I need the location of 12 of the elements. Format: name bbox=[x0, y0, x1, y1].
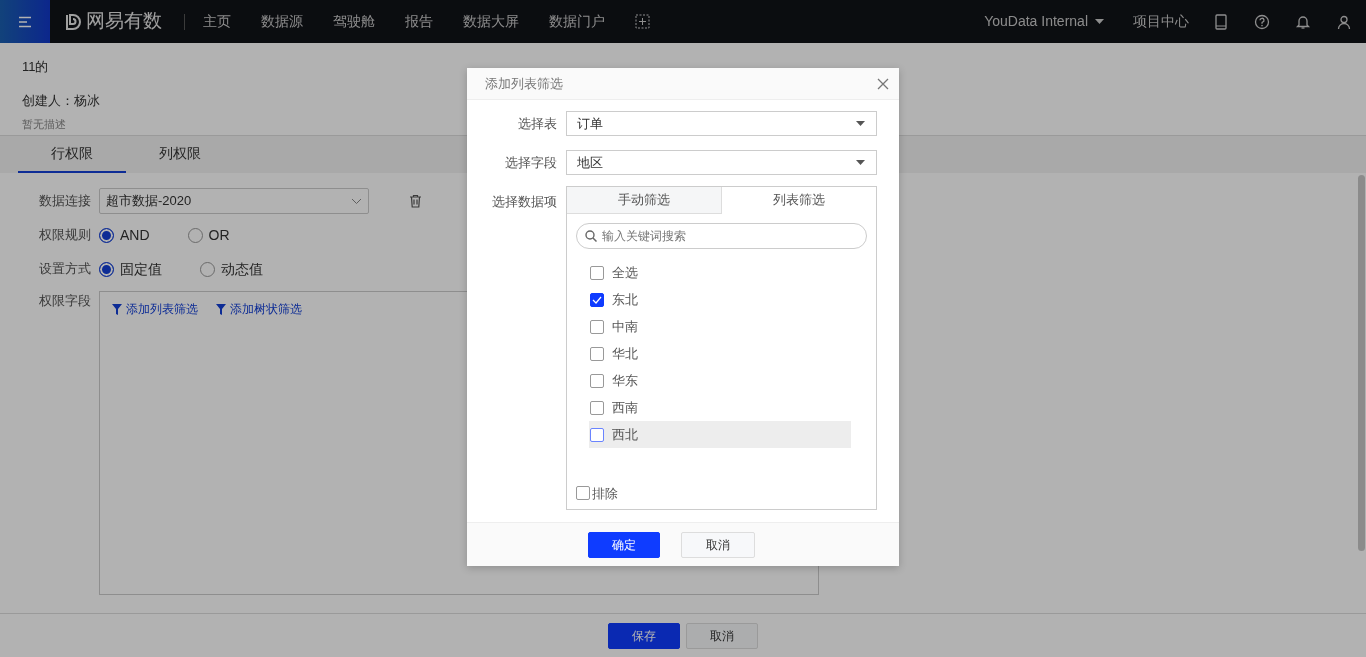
creator-text: 创建人：杨冰 bbox=[22, 91, 100, 110]
field-label: 权限规则 bbox=[39, 226, 91, 245]
brand-name: 网易有数 bbox=[86, 9, 162, 34]
page-title: 11的 bbox=[22, 58, 49, 76]
field-label: 选择表 bbox=[517, 115, 557, 133]
description-text: 暂无描述 bbox=[22, 117, 66, 132]
dialog-title: 添加列表筛选 bbox=[485, 74, 563, 93]
field-label: 选择数据项 bbox=[491, 193, 557, 211]
field-label: 权限字段 bbox=[39, 292, 91, 310]
field-label: 设置方式 bbox=[39, 260, 91, 279]
field-label: 选择字段 bbox=[504, 154, 557, 172]
field-label: 数据连接 bbox=[39, 192, 91, 211]
